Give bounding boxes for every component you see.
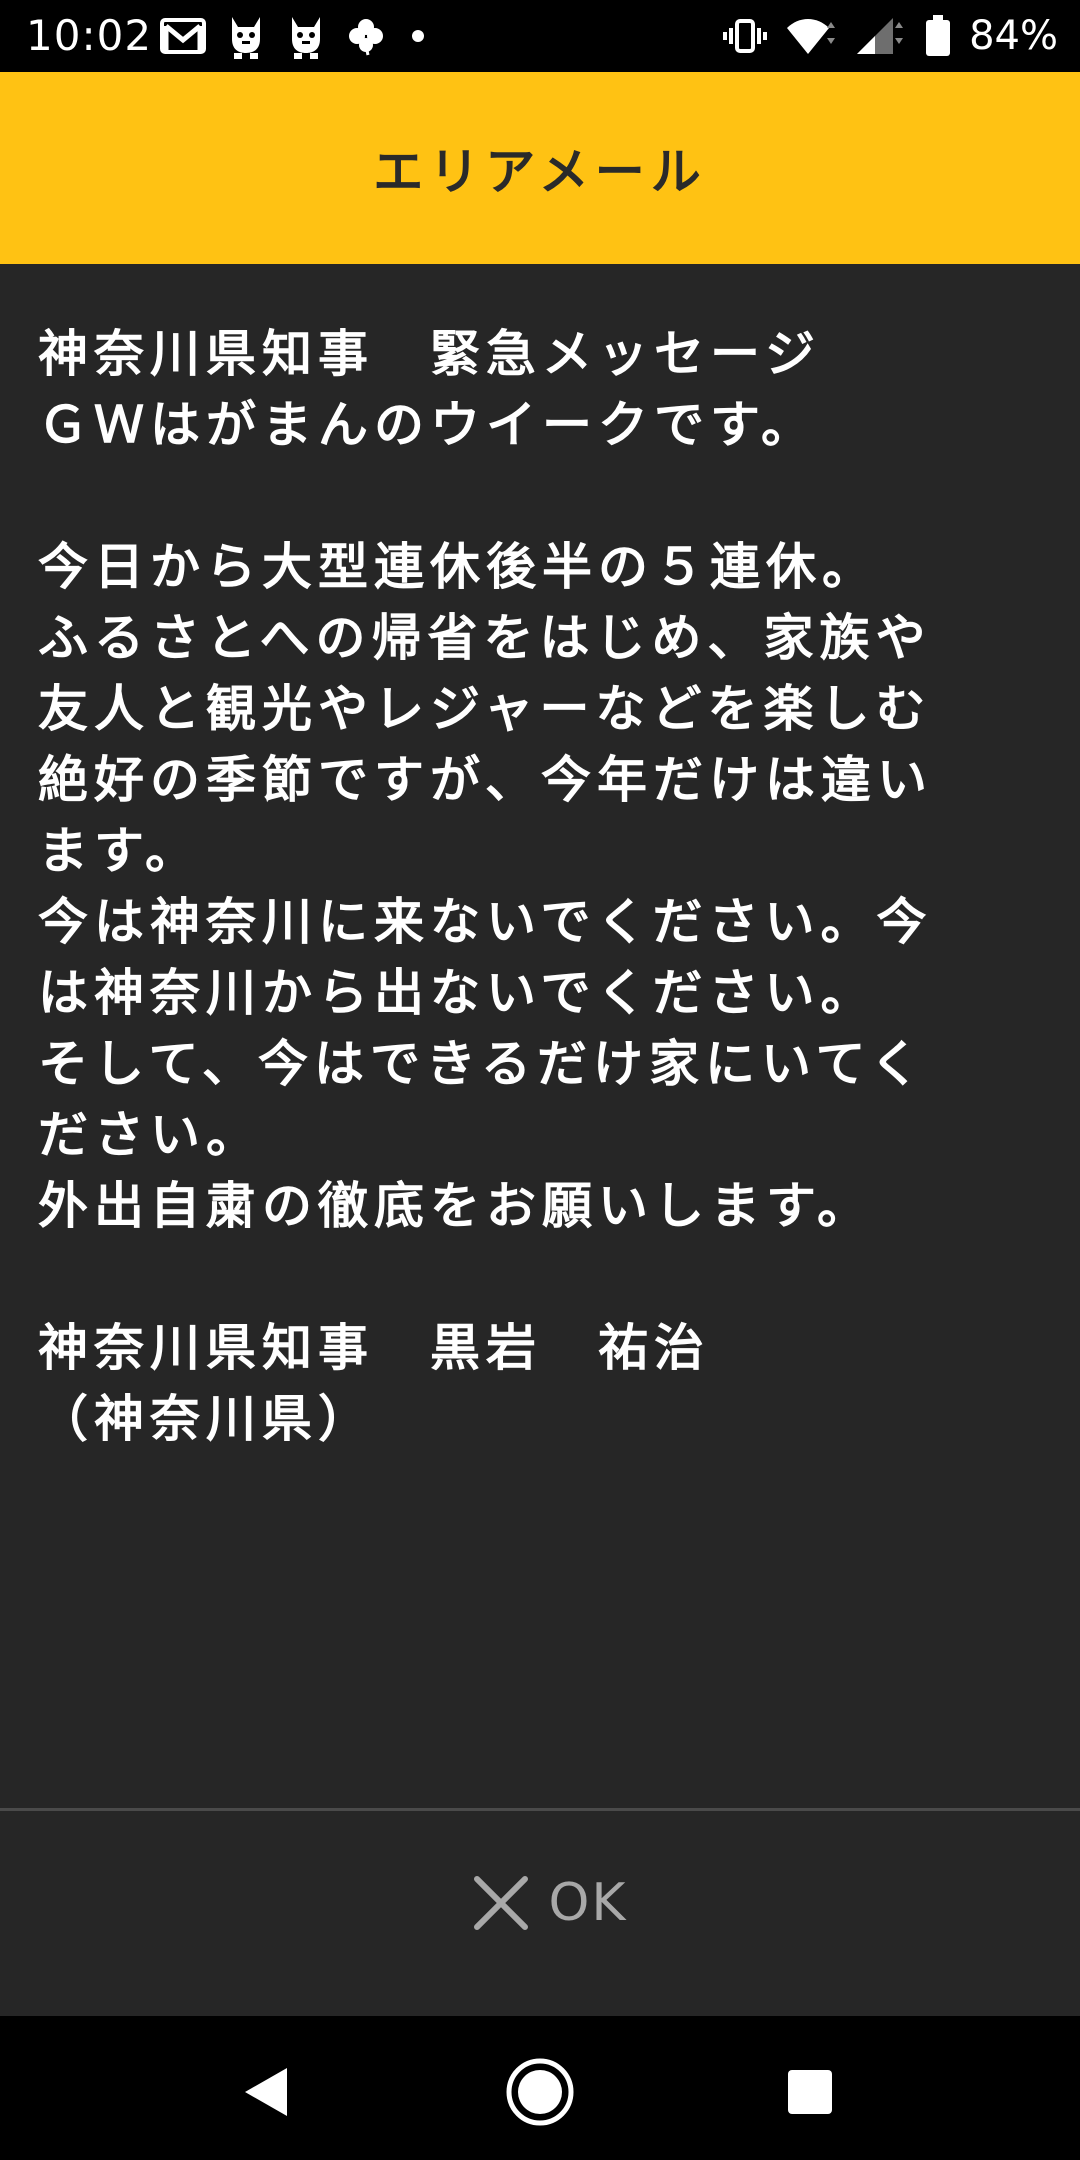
- home-icon: [505, 2057, 575, 2127]
- status-bar: 10:02 84%: [0, 0, 1080, 72]
- back-button[interactable]: [226, 2052, 306, 2132]
- signal-icon: [855, 16, 907, 56]
- vibrate-icon: [723, 18, 768, 54]
- battery-icon: [925, 15, 951, 57]
- alert-header: エリアメール: [0, 72, 1080, 264]
- mascot-icon: [286, 13, 326, 59]
- system-status: 84%: [723, 10, 1058, 62]
- navigation-bar: [0, 2016, 1080, 2160]
- ok-label: OK: [548, 1873, 628, 1933]
- message-scroll-area[interactable]: 神奈川県知事 緊急メッセージ ＧＷはがまんのウイークです。 今日から大型連休後半…: [0, 264, 1080, 1808]
- status-time: 10:02: [26, 11, 153, 60]
- alert-title: エリアメール: [373, 142, 707, 201]
- home-button[interactable]: [500, 2052, 580, 2132]
- gmail-icon: [160, 18, 206, 54]
- recents-icon: [786, 2068, 834, 2116]
- back-icon: [241, 2065, 291, 2119]
- recents-button[interactable]: [770, 2052, 850, 2132]
- ok-button[interactable]: OK: [460, 1853, 640, 1953]
- wifi-icon: [785, 16, 837, 56]
- clover-icon: [346, 16, 386, 56]
- close-icon: [472, 1874, 530, 1932]
- dot-icon: [406, 24, 430, 48]
- mascot-icon: [226, 13, 266, 59]
- alert-message-body: 神奈川県知事 緊急メッセージ ＧＷはがまんのウイークです。 今日から大型連休後半…: [38, 324, 933, 1448]
- screen: 10:02 84% エリアメール 神奈川県知事 緊急メッセージ ＧＷはがまんのウ…: [0, 0, 1080, 2160]
- ok-button-area: OK: [0, 1811, 1080, 2016]
- battery-percent: 84%: [969, 13, 1058, 59]
- notification-icons: [160, 12, 430, 60]
